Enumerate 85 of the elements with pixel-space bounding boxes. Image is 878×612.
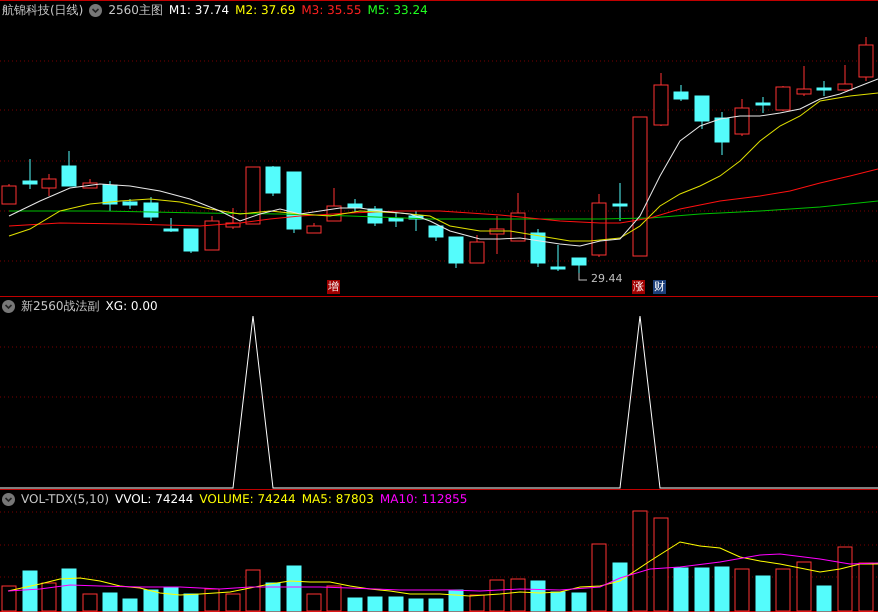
candlestick (530, 228, 546, 268)
candlestick (694, 96, 710, 130)
candlestick (550, 244, 566, 272)
candlestick (734, 98, 750, 136)
dropdown-icon[interactable] (2, 493, 15, 506)
candlestick (448, 236, 464, 268)
candlestick (226, 208, 240, 230)
dropdown-icon[interactable] (89, 4, 102, 17)
signal-badge: 增 (327, 280, 340, 294)
indicator-name: 新2560战法副 (21, 299, 100, 314)
volume-bar (674, 568, 688, 612)
candlestick (144, 196, 158, 222)
candlestick (62, 150, 76, 186)
volume-bar (388, 596, 404, 612)
candlestick (714, 112, 730, 156)
candlestick (368, 206, 382, 226)
volume-bar (756, 576, 770, 612)
dropdown-icon[interactable] (2, 300, 15, 313)
signal-badge: 涨 (632, 280, 645, 294)
legend-value: VVOL: 74244 (115, 492, 194, 507)
volume-bar (22, 570, 38, 612)
volume-bar (428, 598, 444, 612)
volume-bar (164, 588, 178, 612)
candlestick (858, 36, 874, 82)
volume-bar (122, 598, 138, 612)
candlestick (164, 218, 178, 232)
candlestick (184, 228, 198, 254)
candlestick (816, 80, 832, 96)
volume-bar (286, 566, 302, 612)
candlestick (796, 66, 812, 96)
candlestick (490, 216, 504, 254)
candlestick (654, 72, 668, 126)
candlestick (776, 86, 790, 112)
candlestick (266, 166, 280, 196)
volume-bar (572, 592, 586, 612)
volume-bar (62, 568, 76, 612)
volume-bar (612, 562, 628, 612)
candlestick (470, 234, 484, 264)
candlestick (348, 198, 362, 212)
candlestick (306, 222, 322, 234)
legend-value: M2: 37.69 (235, 3, 296, 18)
candlestick (388, 212, 404, 228)
candlestick (22, 158, 38, 190)
volume-bar (550, 592, 566, 612)
candlestick (246, 166, 260, 224)
volume-bar (266, 582, 280, 612)
candlestick (838, 64, 852, 92)
volume-bar (530, 580, 546, 612)
volume-bar (448, 590, 464, 612)
candlestick (122, 198, 138, 210)
candlestick (428, 226, 444, 242)
legend-value: M5: 33.24 (368, 3, 428, 18)
volume-bar (184, 594, 198, 612)
indicator-name: VOL-TDX(5,10) (21, 492, 110, 507)
legend-value: VOLUME: 74244 (199, 492, 296, 507)
candlestick (756, 96, 770, 114)
volume-bar (348, 598, 362, 612)
low-price-label: 29.44 (591, 272, 622, 285)
leader-line (578, 272, 588, 280)
legend-value: M3: 35.55 (301, 3, 362, 18)
candlestick (204, 216, 220, 250)
volume-bar (408, 598, 424, 612)
volume-bar (102, 592, 118, 612)
signal-badge: 财 (653, 280, 666, 294)
candlestick (674, 84, 688, 102)
candlestick (286, 172, 302, 234)
volume-bar (816, 586, 832, 612)
legend-value: MA10: 112855 (380, 492, 468, 507)
volume-bar (694, 568, 710, 612)
candlestick (510, 192, 526, 242)
legend-value: M1: 37.74 (168, 3, 230, 18)
candlestick (592, 194, 606, 258)
legend-value: MA5: 87803 (302, 492, 374, 507)
candlestick (326, 188, 342, 222)
candlestick (612, 182, 628, 222)
indicator-name: 2560主图 (108, 3, 163, 18)
volume-bar (144, 590, 158, 612)
candlestick (42, 174, 56, 196)
candlestick (102, 180, 118, 212)
stock-title: 航锦科技(日线) (2, 3, 84, 18)
legend-value: XG: 0.00 (106, 299, 158, 314)
candlestick (408, 210, 424, 232)
candlestick (82, 178, 98, 188)
volume-bar (714, 566, 730, 612)
volume-bar (368, 596, 382, 612)
